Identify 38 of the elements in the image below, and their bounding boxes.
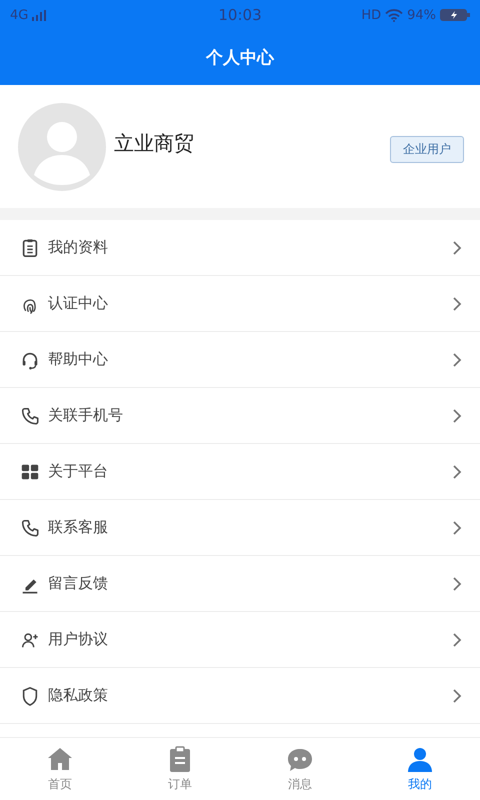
- chevron-right-icon: [452, 352, 462, 368]
- chevron-right-icon: [452, 632, 462, 648]
- tab[interactable]: 我的: [360, 738, 480, 800]
- phone-icon: [20, 518, 40, 538]
- battery-percent: 94%: [407, 8, 436, 22]
- menu-item[interactable]: 我的资料: [0, 220, 480, 276]
- chevron-right-icon: [452, 296, 462, 312]
- menu-item[interactable]: 帮助中心: [0, 332, 480, 388]
- clipboard-icon: [20, 238, 40, 258]
- menu-item[interactable]: 关于平台: [0, 444, 480, 500]
- chevron-right-icon: [452, 240, 462, 256]
- menu-item[interactable]: 用户协议: [0, 612, 480, 668]
- tab[interactable]: 消息: [240, 738, 360, 800]
- person-icon: [406, 746, 434, 774]
- tab[interactable]: 首页: [0, 738, 120, 800]
- menu-item[interactable]: 留言反馈: [0, 556, 480, 612]
- chevron-right-icon: [452, 464, 462, 480]
- menu-item[interactable]: 关联手机号: [0, 388, 480, 444]
- network-label: 4G: [10, 8, 28, 22]
- chevron-right-icon: [452, 408, 462, 424]
- shield-icon: [20, 686, 40, 706]
- chevron-right-icon: [452, 576, 462, 592]
- signal-icon: [32, 10, 48, 20]
- wifi-icon: [385, 8, 404, 22]
- menu-item[interactable]: 联系客服: [0, 500, 480, 556]
- chevron-right-icon: [452, 520, 462, 536]
- phone-icon: [20, 406, 40, 426]
- grid-icon: [20, 462, 40, 482]
- menu-item[interactable]: 认证中心: [0, 276, 480, 332]
- hd-label: HD: [361, 8, 382, 22]
- chevron-right-icon: [452, 688, 462, 704]
- tab[interactable]: 订单: [120, 738, 240, 800]
- menu-item[interactable]: 隐私政策: [0, 668, 480, 724]
- battery-icon: [440, 9, 470, 21]
- clock: 10:03: [218, 6, 262, 24]
- page-title: 个人中心: [204, 47, 276, 70]
- user-name: 立业商贸: [114, 130, 195, 157]
- account-type-badge: 企业用户: [390, 136, 464, 163]
